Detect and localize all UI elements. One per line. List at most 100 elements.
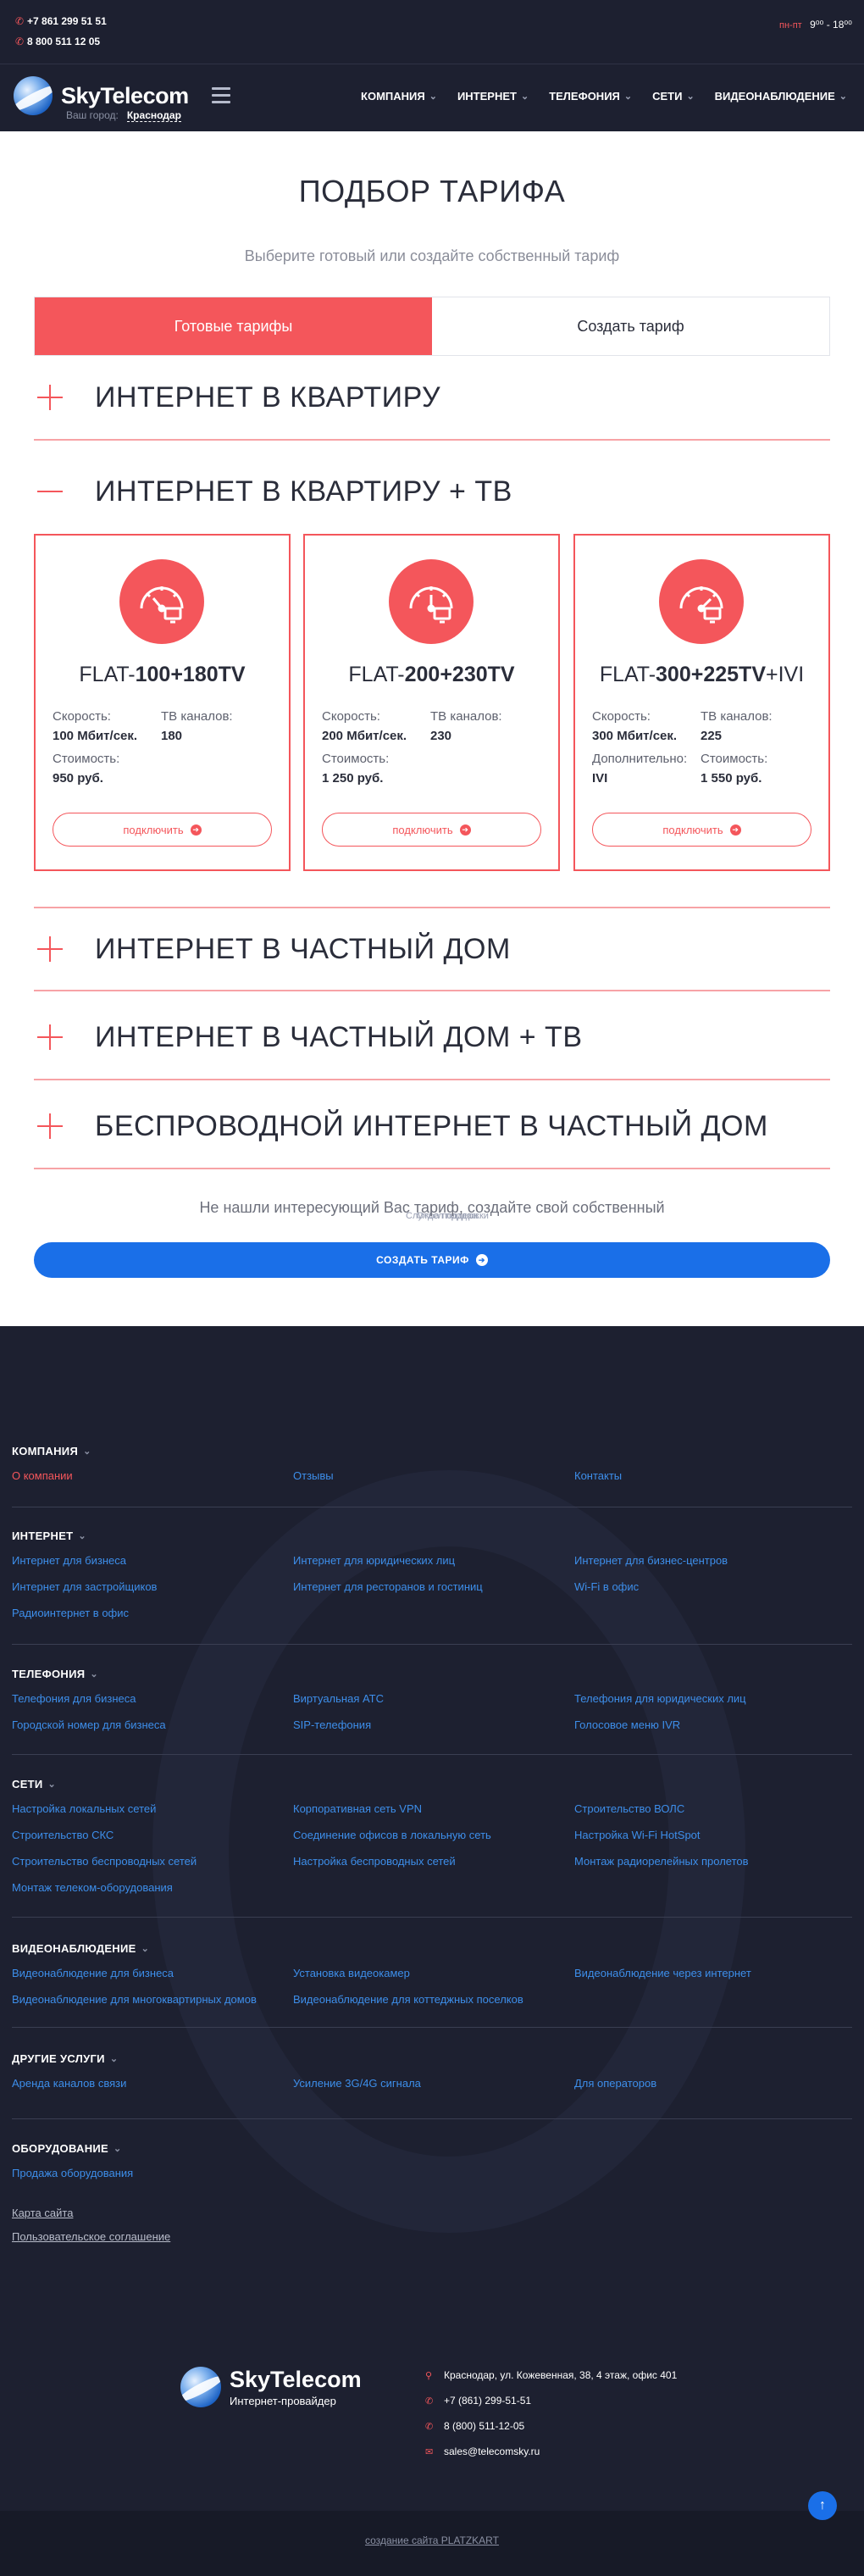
arrow-right-icon: ➔: [729, 824, 741, 836]
spec-value: 230: [430, 729, 452, 743]
footer-heading[interactable]: СЕТИ ⌄: [12, 1778, 852, 1790]
connect-button[interactable]: подключить ➔: [592, 813, 811, 847]
sales-phone-number[interactable]: +7 861 299 51 51: [27, 15, 107, 27]
nav-company[interactable]: КОМПАНИЯ ⌄: [361, 90, 437, 103]
footer-link[interactable]: О компании: [12, 1469, 73, 1482]
footer-link[interactable]: Усиление 3G/4G сигнала: [293, 2077, 421, 2090]
footer-link[interactable]: Соединение офисов в локальную сеть: [293, 1829, 491, 1841]
footer-link[interactable]: Видеонаблюдение для бизнеса: [12, 1967, 174, 1979]
phone-1[interactable]: ✆ +7 (861) 299-51-51: [425, 2390, 677, 2412]
accordion-wireless[interactable]: БЕСПРОВОДНОЙ ИНТЕРНЕТ В ЧАСТНЫЙ ДОМ: [34, 1085, 830, 1169]
chevron-down-icon: ⌄: [520, 92, 529, 102]
city-label: Ваш город:: [66, 109, 119, 121]
footer-link[interactable]: SIP-телефония: [293, 1718, 371, 1731]
footer-link[interactable]: Монтаж телеком-оборудования: [12, 1881, 173, 1894]
tariff-name: FLAT-300+225TV+IVI: [599, 663, 805, 686]
footer-link[interactable]: Видеонаблюдение для коттеджных поселков: [293, 1993, 523, 2006]
footer-link[interactable]: Контакты: [574, 1469, 622, 1482]
footer-link[interactable]: Интернет для юридических лиц: [293, 1554, 455, 1567]
footer-link[interactable]: Городской номер для бизнеса: [12, 1718, 166, 1731]
footer-link[interactable]: Настройка Wi-Fi HotSpot: [574, 1829, 701, 1841]
support-phone[interactable]: ✆ 8 800 511 12 05 Служба поддержки: [15, 32, 489, 1221]
menu-burger-icon[interactable]: [212, 87, 230, 108]
email[interactable]: ✉ sales@telecomsky.ru: [425, 2440, 677, 2462]
footer-link[interactable]: Продажа оборудования: [12, 2167, 133, 2179]
sales-phone[interactable]: ✆ +7 861 299 51 51 Отдел продаж: [15, 12, 478, 1221]
nav-telephony[interactable]: ТЕЛЕФОНИЯ ⌄: [549, 90, 632, 103]
create-tariff-button[interactable]: СОЗДАТЬ ТАРИФ ➔: [34, 1242, 830, 1278]
accordion-house-tv[interactable]: ИНТЕРНЕТ В ЧАСТНЫЙ ДОМ + ТВ: [34, 996, 830, 1080]
footer-link[interactable]: Интернет для ресторанов и гостиниц: [293, 1580, 483, 1593]
nav-video[interactable]: ВИДЕОНАБЛЮДЕНИЕ ⌄: [715, 90, 847, 103]
footer-link[interactable]: Установка видеокамер: [293, 1967, 410, 1979]
footer-link[interactable]: Интернет для застройщиков: [12, 1580, 157, 1593]
speedometer-icon: [389, 559, 474, 644]
spec-value: 180: [161, 729, 183, 743]
footer-heading[interactable]: ОБОРУДОВАНИЕ ⌄: [12, 2142, 852, 2155]
footer-link[interactable]: Видеонаблюдение через интернет: [574, 1967, 751, 1979]
footer-link[interactable]: Настройка беспроводных сетей: [293, 1855, 456, 1868]
spec-key: Скорость:: [322, 709, 380, 724]
footer-divider: [12, 1644, 852, 1645]
footer-link[interactable]: Видеонаблюдение для многоквартирных домо…: [12, 1993, 257, 2006]
phone-2[interactable]: ✆ 8 (800) 511-12-05: [425, 2415, 677, 2437]
footer-link[interactable]: Строительство беспроводных сетей: [12, 1855, 197, 1868]
accordion-apartment[interactable]: ИНТЕРНЕТ В КВАРТИРУ: [34, 356, 830, 441]
tab-ready-tariffs[interactable]: Готовые тарифы: [35, 297, 432, 355]
footer-link[interactable]: Телефония для бизнеса: [12, 1692, 136, 1705]
footer-heading[interactable]: ВИДЕОНАБЛЮДЕНИЕ ⌄: [12, 1942, 852, 1955]
footer-link[interactable]: Wi-Fi в офис: [574, 1580, 639, 1593]
spec-value: IVI: [592, 771, 608, 786]
tariff-cards: FLAT-100+180TV Скорость: 100 Мбит/сек. ТВ…: [34, 534, 830, 873]
nav-internet[interactable]: ИНТЕРНЕТ ⌄: [457, 90, 529, 103]
footer-link[interactable]: Монтаж радиорелейных пролетов: [574, 1855, 749, 1868]
main-nav: КОМПАНИЯ ⌄ ИНТЕРНЕТ ⌄ ТЕЛЕФОНИЯ ⌄ СЕТИ ⌄ ВИД…: [341, 90, 847, 103]
tab-create-tariff[interactable]: Создать тариф: [432, 297, 829, 355]
tariff-card: FLAT-300+225TV+IVI Скорость: 300 Мбит/сек…: [573, 534, 830, 871]
footer-link[interactable]: Интернет для бизнес-центров: [574, 1554, 728, 1567]
phone-icon: ✆: [425, 2396, 434, 2407]
scroll-to-top-arrow-icon[interactable]: ↑: [808, 2491, 837, 2520]
agreement-link[interactable]: Пользовательское соглашение: [12, 2230, 170, 2243]
chevron-down-icon: ⌄: [839, 92, 847, 102]
footer-heading[interactable]: ИНТЕРНЕТ ⌄: [12, 1530, 852, 1542]
footer-link[interactable]: Отзывы: [293, 1469, 334, 1482]
working-time: 9⁰⁰ - 18⁰⁰: [810, 19, 852, 31]
footer-heading[interactable]: ТЕЛЕФОНИЯ ⌄: [12, 1668, 852, 1680]
footer-link[interactable]: Голосовое меню IVR: [574, 1718, 680, 1731]
footer-link[interactable]: Телефония для юридических лиц: [574, 1692, 746, 1705]
footer-link[interactable]: Строительство ВОЛС: [574, 1802, 684, 1815]
logo-text: SkyTelecom: [61, 82, 189, 108]
connect-button[interactable]: подключить ➔: [53, 813, 272, 847]
connect-button[interactable]: подключить ➔: [322, 813, 541, 847]
footer-divider: [12, 2027, 852, 2028]
footer-link[interactable]: Настройка локальных сетей: [12, 1802, 156, 1815]
footer-link[interactable]: Строительство СКС: [12, 1829, 114, 1841]
accordion-label: ИНТЕРНЕТ В ЧАСТНЫЙ ДОМ: [95, 932, 511, 965]
footer-link[interactable]: Радиоинтернет в офис: [12, 1607, 129, 1619]
footer-heading[interactable]: КОМПАНИЯ ⌄: [12, 1445, 852, 1457]
footer-logo[interactable]: SkyTelecom Интернет-провайдер: [180, 2367, 362, 2407]
footer-link[interactable]: Для операторов: [574, 2077, 656, 2090]
footer-link[interactable]: Аренда каналов связи: [12, 2077, 126, 2090]
plus-icon: [34, 932, 68, 966]
footer-link[interactable]: Корпоративная сеть VPN: [293, 1802, 422, 1815]
sitemap-link[interactable]: Карта сайта: [12, 2207, 73, 2219]
speedometer-icon: [119, 559, 204, 644]
accordion-house[interactable]: ИНТЕРНЕТ В ЧАСТНЫЙ ДОМ: [34, 907, 830, 991]
spec-value: 950 руб.: [53, 771, 103, 786]
accordion-apartment-tv[interactable]: ИНТЕРНЕТ В КВАРТИРУ + ТВ: [34, 449, 830, 534]
create-note: Не нашли интересующий Вас тариф, создайт…: [199, 1199, 665, 1216]
phone-icon: ✆: [15, 36, 25, 47]
footer-heading[interactable]: ДРУГИЕ УСЛУГИ ⌄: [12, 2052, 852, 2065]
minus-icon: [34, 475, 68, 508]
accordion-label: БЕСПРОВОДНОЙ ИНТЕРНЕТ В ЧАСТНЫЙ ДОМ: [95, 1109, 768, 1142]
developer-link[interactable]: создание сайта PLATZKART: [0, 2534, 864, 2546]
footer-link[interactable]: Интернет для бизнеса: [12, 1554, 126, 1567]
city-value[interactable]: Краснодар: [126, 109, 181, 122]
support-phone-number[interactable]: 8 800 511 12 05: [27, 36, 100, 47]
logo-globe-icon: [180, 2367, 221, 2407]
nav-networks[interactable]: СЕТИ ⌄: [652, 90, 695, 103]
city-selector[interactable]: Ваш город: Краснодар: [66, 109, 181, 122]
footer-link[interactable]: Виртуальная АТС: [293, 1692, 384, 1705]
